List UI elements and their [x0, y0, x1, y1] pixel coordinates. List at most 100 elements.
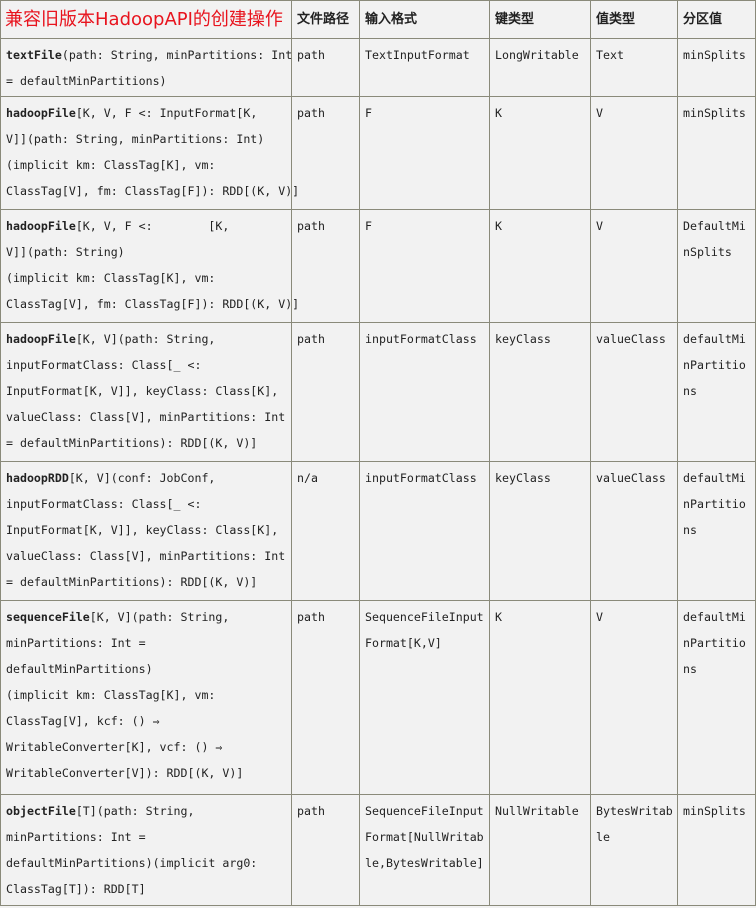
signature-line: V]](path: String) — [6, 245, 125, 259]
signature-cell: hadoopFile[K, V, F <: [K, V]](path: Strin… — [0, 209, 299, 323]
signature-line: hadoopFile[K, V, F <: InputFormat[K, — [6, 106, 258, 120]
value-type-cell: V — [590, 209, 678, 323]
value-type-cell: valueClass — [590, 461, 678, 601]
path-cell: n/a — [291, 461, 360, 601]
signature-line: = defaultMinPartitions): RDD[(K, V)] — [6, 575, 258, 589]
signature-line: objectFile[T](path: String, — [6, 804, 195, 818]
signature-line: ClassTag[V], fm: ClassTag[F]): RDD[(K, V… — [6, 184, 300, 198]
cell-line: DefaultMi — [683, 219, 746, 233]
input-format-cell: F — [359, 96, 490, 210]
cell-line: defaultMi — [683, 610, 746, 624]
signature-line: inputFormatClass: Class[_ <: — [6, 497, 202, 511]
signature-line: defaultMinPartitions)(implicit arg0: — [6, 856, 258, 870]
signature-line: InputFormat[K, V]], keyClass: Class[K], — [6, 523, 279, 537]
table-row: hadoopFile[K, V, F <: [K, V]](path: Strin… — [0, 209, 756, 323]
method-name: sequenceFile — [6, 610, 90, 624]
signature-line: minPartitions: Int = — [6, 830, 146, 844]
value-type-cell: valueClass — [590, 322, 678, 462]
cell-line: SequenceFileInput — [365, 804, 484, 818]
header-input-format: 输入格式 — [359, 0, 490, 39]
signature-cell: textFile(path: String, minPartitions: In… — [0, 38, 293, 97]
cell-line: SequenceFileInput — [365, 610, 484, 624]
signature-line: ClassTag[T]): RDD[T] — [6, 882, 146, 896]
signature-line: hadoopFile[K, V](path: String, — [6, 332, 216, 346]
cell-line: ns — [683, 662, 697, 676]
table-row: sequenceFile[K, V](path: String, minParti… — [0, 600, 756, 795]
table-row: hadoopFile[K, V](path: String, inputForma… — [0, 322, 756, 462]
input-format-cell: SequenceFileInput Format[K,V] — [359, 600, 490, 795]
header-row: 兼容旧版本HadoopAPI的创建操作 文件路径 输入格式 键类型 值类型 分区… — [0, 0, 756, 39]
cell-line: TextInputFormat — [365, 48, 470, 62]
cell-line: defaultMi — [683, 471, 746, 485]
key-type-cell: LongWritable — [489, 38, 591, 97]
header-path: 文件路径 — [291, 0, 360, 39]
cell-line: Text — [596, 48, 624, 62]
signature-line: (implicit km: ClassTag[K], vm: — [6, 158, 216, 172]
input-format-cell: F — [359, 209, 490, 323]
hadoop-api-table: 兼容旧版本HadoopAPI的创建操作 文件路径 输入格式 键类型 值类型 分区… — [0, 0, 756, 906]
header-partition: 分区值 — [677, 0, 756, 39]
cell-line: nPartitio — [683, 636, 746, 650]
cell-line: nPartitio — [683, 358, 746, 372]
signature-line: valueClass: Class[V], minPartitions: Int — [6, 410, 286, 424]
key-type-cell: K — [489, 600, 591, 795]
path-cell: path — [291, 96, 360, 210]
header-value-type: 值类型 — [590, 0, 678, 39]
signature-cell: hadoopFile[K, V, F <: InputFormat[K, V]](… — [0, 96, 300, 210]
header-key-type: 键类型 — [489, 0, 591, 39]
partition-cell: minSplits — [677, 794, 756, 906]
method-name: hadoopFile — [6, 219, 76, 233]
cell-line: minSplits — [683, 106, 746, 120]
signature-line: textFile(path: String, minPartitions: In… — [6, 48, 293, 62]
cell-line: inputFormatClass — [365, 332, 477, 346]
value-type-cell: V — [590, 600, 678, 795]
table-row: objectFile[T](path: String, minPartitions… — [0, 794, 756, 906]
signature-line: ClassTag[V], kcf: () ⇒ — [6, 714, 160, 728]
method-name: hadoopRDD — [6, 471, 69, 485]
cell-line: nSplits — [683, 245, 732, 259]
api-table-document: 兼容旧版本HadoopAPI的创建操作 文件路径 输入格式 键类型 值类型 分区… — [0, 0, 756, 908]
table-row: hadoopRDD[K, V](conf: JobConf, inputForma… — [0, 461, 756, 601]
path-cell: path — [291, 38, 360, 97]
input-format-cell: inputFormatClass — [359, 322, 490, 462]
signature-line: WritableConverter[V]): RDD[(K, V)] — [6, 766, 244, 780]
method-name: hadoopFile — [6, 106, 76, 120]
value-type-cell: Text — [590, 38, 678, 97]
key-type-cell: NullWritable — [489, 794, 591, 906]
key-type-cell: K — [489, 209, 591, 323]
input-format-cell: SequenceFileInput Format[NullWritab le,Byt… — [359, 794, 490, 906]
signature-line: valueClass: Class[V], minPartitions: Int — [6, 549, 286, 563]
key-type-cell: keyClass — [489, 461, 591, 601]
path-cell: path — [291, 209, 360, 323]
cell-line: V — [596, 610, 603, 624]
signature-line: sequenceFile[K, V](path: String, — [6, 610, 230, 624]
cell-line: valueClass — [596, 332, 666, 346]
cell-line: Format[NullWritab — [365, 830, 484, 844]
table-row: textFile(path: String, minPartitions: In… — [0, 38, 756, 97]
signature-line: minPartitions: Int = — [6, 636, 146, 650]
signature-line: InputFormat[K, V]], keyClass: Class[K], — [6, 384, 279, 398]
signature-cell: sequenceFile[K, V](path: String, minParti… — [0, 600, 292, 795]
cell-line: defaultMi — [683, 332, 746, 346]
signature-cell: objectFile[T](path: String, minPartitions… — [0, 794, 292, 906]
partition-cell: defaultMi nPartitio ns — [677, 461, 756, 601]
partition-cell: minSplits — [677, 96, 756, 210]
cell-line: V — [596, 219, 603, 233]
signature-line: (implicit km: ClassTag[K], vm: — [6, 271, 216, 285]
cell-line: F — [365, 219, 372, 233]
cell-line: F — [365, 106, 372, 120]
signature-line: = defaultMinPartitions): RDD[(K, V)] — [6, 436, 258, 450]
partition-cell: minSplits — [677, 38, 756, 97]
signature-line: V]](path: String, minPartitions: Int) — [6, 132, 265, 146]
table-row: hadoopFile[K, V, F <: InputFormat[K, V]](… — [0, 96, 756, 210]
key-type-cell: K — [489, 96, 591, 210]
input-format-cell: TextInputFormat — [359, 38, 490, 97]
signature-cell: hadoopFile[K, V](path: String, inputForma… — [0, 322, 292, 462]
signature-cell: hadoopRDD[K, V](conf: JobConf, inputForma… — [0, 461, 292, 601]
method-name: hadoopFile — [6, 332, 76, 346]
input-format-cell: inputFormatClass — [359, 461, 490, 601]
cell-line: minSplits — [683, 804, 746, 818]
signature-line: (implicit km: ClassTag[K], vm: — [6, 688, 216, 702]
value-type-cell: BytesWritab le — [590, 794, 678, 906]
cell-line: ns — [683, 384, 697, 398]
